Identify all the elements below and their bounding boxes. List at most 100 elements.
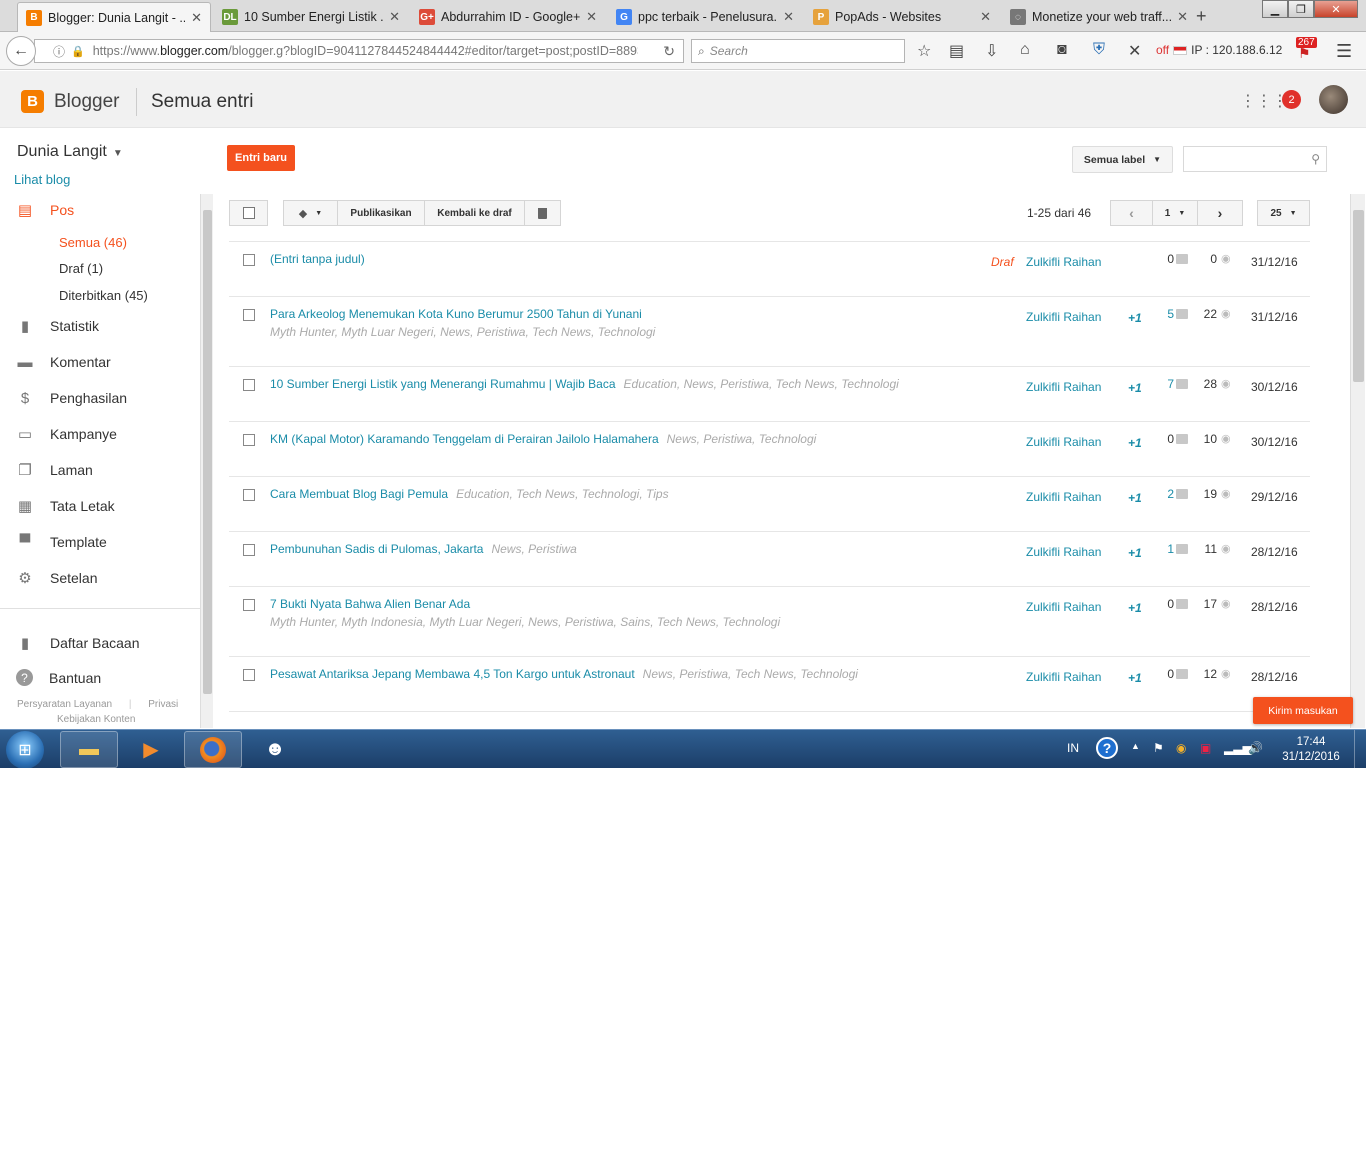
notification-badge[interactable]: 2 — [1282, 90, 1301, 109]
taskbar-media-player[interactable]: ▶ — [122, 731, 180, 768]
clock[interactable]: 17:44 31/12/2016 — [1278, 735, 1344, 765]
post-label[interactable]: Technologi — [759, 432, 817, 446]
bookmark-star-icon[interactable]: ☆ — [917, 41, 931, 61]
content-policy-link[interactable]: Kebijakan Konten — [57, 714, 135, 725]
sidebar-item-kampanye[interactable]: ▭ Kampanye — [16, 425, 117, 443]
post-row[interactable]: Para Arkeolog Menemukan Kota Kuno Berumu… — [229, 296, 1310, 366]
post-label[interactable]: News — [684, 377, 714, 391]
sidebar-sub-drafts[interactable]: Draf (1) — [59, 261, 103, 276]
post-label[interactable]: Technologi — [598, 325, 656, 339]
post-author[interactable]: Zulkifli Raihan — [1026, 310, 1101, 324]
sidebar-item-laman[interactable]: ❐ Laman — [16, 461, 93, 479]
proxy-status[interactable]: off IP : 120.188.6.12 — [1156, 43, 1282, 57]
post-label[interactable]: News — [643, 667, 673, 681]
sidebar-scrollbar[interactable] — [200, 194, 213, 728]
reading-list-icon[interactable]: ▤ — [949, 41, 964, 61]
post-label[interactable]: Tips — [646, 487, 669, 501]
comment-count[interactable]: 1 — [1156, 542, 1174, 556]
revert-to-draft-button[interactable]: Kembali ke draf — [424, 200, 525, 226]
sidebar-item-penghasilan[interactable]: $ Penghasilan — [16, 389, 127, 407]
comment-count[interactable]: 5 — [1156, 307, 1174, 321]
sidebar-scrollbar-thumb[interactable] — [203, 210, 212, 694]
per-page-dropdown[interactable]: 25 ▼ — [1257, 200, 1310, 226]
tray-app-icon[interactable]: ◉ — [1176, 741, 1186, 755]
row-checkbox[interactable] — [243, 544, 255, 556]
post-label[interactable]: Peristiwa — [477, 325, 526, 339]
apps-grid-icon[interactable]: ⋮⋮⋮ — [1240, 91, 1288, 111]
post-label[interactable]: Technologi — [800, 667, 858, 681]
post-label[interactable]: Technologi — [723, 615, 781, 629]
menu-icon[interactable]: ☰ — [1336, 41, 1352, 62]
sidebar-item-statistik[interactable]: ▮ Statistik — [16, 317, 99, 335]
row-checkbox[interactable] — [243, 434, 255, 446]
page-dropdown[interactable]: 1 ▼ — [1152, 200, 1198, 226]
post-author[interactable]: Zulkifli Raihan — [1026, 490, 1101, 504]
post-label[interactable]: Technologi — [582, 487, 640, 501]
close-tab-icon[interactable]: ✕ — [191, 10, 202, 26]
avatar[interactable] — [1319, 85, 1348, 114]
post-label[interactable]: Tech News — [657, 615, 716, 629]
close-tab-icon[interactable]: ✕ — [586, 9, 597, 25]
sidebar-item-posts[interactable]: ▤ Pos — [16, 201, 74, 219]
search-input[interactable]: ⌕ Search — [691, 39, 905, 63]
post-label[interactable]: Education — [456, 487, 509, 501]
back-button[interactable]: ← — [6, 36, 36, 66]
post-row[interactable]: (Entri tanpa judul) Draf Zulkifli Raihan 0 0… — [229, 241, 1310, 296]
post-row[interactable]: Pesawat Antariksa Jepang Membawa 4,5 Ton… — [229, 656, 1310, 711]
post-label[interactable]: Tech News — [735, 667, 794, 681]
app-name[interactable]: Blogger — [54, 91, 120, 113]
sidebar-item-template[interactable]: ▀ Template — [16, 533, 107, 551]
post-row[interactable]: 7 Bukti Nyata Bahwa Alien Benar Ada Myth … — [229, 586, 1310, 656]
post-label[interactable]: Myth Luar Negeri — [341, 325, 433, 339]
select-all-checkbox[interactable] — [229, 200, 268, 226]
post-label[interactable]: Peristiwa — [565, 615, 614, 629]
publish-button[interactable]: Publikasikan — [337, 200, 425, 226]
post-label[interactable]: News — [667, 432, 697, 446]
taskbar-firefox[interactable] — [184, 731, 242, 768]
post-label[interactable]: Myth Luar Negeri — [429, 615, 521, 629]
next-page-button[interactable]: › — [1197, 200, 1243, 226]
info-icon[interactable]: ⓘ — [53, 43, 65, 60]
language-indicator[interactable]: IN — [1067, 741, 1079, 755]
post-label[interactable]: News — [440, 325, 470, 339]
post-label[interactable]: Peristiwa — [720, 377, 769, 391]
post-author[interactable]: Zulkifli Raihan — [1026, 670, 1101, 684]
post-label[interactable]: Tech News — [532, 325, 591, 339]
browser-tab[interactable]: DL 10 Sumber Energi Listik ... ✕ — [214, 2, 408, 32]
post-label[interactable]: News — [528, 615, 558, 629]
post-row[interactable]: Pembunuhan Sadis di Pulomas, Jakarta News… — [229, 531, 1310, 586]
post-label[interactable]: Myth Hunter — [270, 615, 335, 629]
label-filter-dropdown[interactable]: Semua label ▼ — [1072, 146, 1173, 173]
post-title-link[interactable]: (Entri tanpa judul) — [270, 252, 365, 266]
row-checkbox[interactable] — [243, 599, 255, 611]
extension-icon[interactable]: ⛨ — [1093, 41, 1105, 59]
post-title-link[interactable]: Para Arkeolog Menemukan Kota Kuno Berumu… — [270, 307, 642, 321]
post-label[interactable]: Peristiwa — [528, 542, 577, 556]
taskbar-explorer[interactable]: ▬ — [60, 731, 118, 768]
maximize-button[interactable]: ❐ — [1288, 0, 1314, 18]
sidebar-item-tata-letak[interactable]: ▦ Tata Letak — [16, 497, 115, 515]
sidebar-sub-all[interactable]: Semua (46) — [59, 235, 127, 250]
post-title-link[interactable]: Pesawat Antariksa Jepang Membawa 4,5 Ton… — [270, 667, 635, 681]
blog-selector[interactable]: Dunia Langit ▼ — [17, 143, 123, 161]
post-label[interactable]: Tech News — [776, 377, 835, 391]
row-checkbox[interactable] — [243, 489, 255, 501]
tray-expand-icon[interactable]: ▲ — [1131, 741, 1140, 751]
delete-button[interactable] — [524, 200, 561, 226]
post-title-link[interactable]: 10 Sumber Energi Listik yang Menerangi R… — [270, 377, 616, 391]
browser-tab[interactable]: G+ Abdurrahim ID - Google+ ✕ — [411, 2, 605, 32]
post-label[interactable]: Myth Hunter — [270, 325, 335, 339]
prev-page-button[interactable]: ‹ — [1110, 200, 1153, 226]
show-desktop-button[interactable] — [1354, 730, 1366, 768]
sidebar-item-daftar-bacaan[interactable]: ▮ Daftar Bacaan — [16, 634, 140, 652]
post-author[interactable]: Zulkifli Raihan — [1026, 255, 1101, 269]
post-title-link[interactable]: Pembunuhan Sadis di Pulomas, Jakarta — [270, 542, 483, 556]
post-row[interactable]: 10 Sumber Energi Listik yang Menerangi R… — [229, 366, 1310, 421]
post-author[interactable]: Zulkifli Raihan — [1026, 545, 1101, 559]
close-tab-icon[interactable]: ✕ — [1177, 9, 1188, 25]
feedback-button[interactable]: Kirim masukan — [1253, 697, 1353, 724]
pocket-icon[interactable]: ◙ — [1057, 41, 1067, 59]
browser-tab[interactable]: Gppc terbaik - Penelusura... ✕ — [608, 2, 802, 32]
close-tab-icon[interactable]: ✕ — [980, 9, 991, 25]
sidebar-item-setelan[interactable]: ⚙ Setelan — [16, 569, 97, 587]
